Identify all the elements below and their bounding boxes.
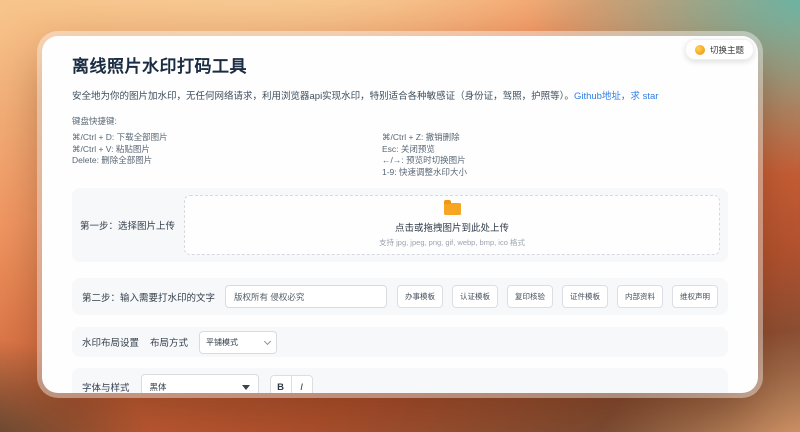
template-button-renzheng[interactable]: 认证模板 (452, 285, 498, 308)
bold-button[interactable]: B (269, 375, 292, 393)
template-buttons: 办事模板 认证模板 复印核验 证件模板 内部资料 维权声明 (397, 285, 718, 308)
shortcut-item: 1-9: 快速调整水印大小 (382, 166, 468, 177)
page-title: 离线照片水印打码工具 (72, 57, 247, 76)
layout-settings-section: 水印布局设置 布局方式 平铺模式 (72, 327, 728, 357)
watermark-text-input[interactable] (225, 285, 387, 308)
step1-section: 第一步：选择图片上传 点击或拖拽图片到此处上传 支持 jpg, jpeg, pn… (72, 188, 728, 262)
shortcut-item: ⌘/Ctrl + V: 粘贴图片 (72, 143, 150, 154)
layout-mode-select[interactable]: 平铺模式 (199, 330, 278, 354)
description-text: 安全地为你的图片加水印，无任何网络请求，利用浏览器api实现水印，特别适合各种敏… (72, 91, 574, 102)
step2-label: 第二步：输入需要打水印的文字 (82, 292, 216, 304)
font-family-value: 黑体 (149, 382, 167, 392)
shortcut-item: ←/→: 预览时切换图片 (382, 155, 466, 165)
layout-settings-label: 水印布局设置 (82, 338, 140, 349)
font-style-section: 字体与样式 黑体 B I (72, 368, 728, 393)
github-link[interactable]: Github地址，求 star (574, 91, 658, 102)
text-style-buttons: B I (269, 375, 313, 393)
font-style-label: 字体与样式 (82, 383, 130, 393)
font-family-select[interactable]: 黑体 (140, 374, 259, 393)
shortcuts-list: ⌘/Ctrl + D: 下载全部图片 ⌘/Ctrl + V: 粘贴图片 Dele… (72, 132, 728, 178)
italic-button[interactable]: I (290, 375, 313, 393)
layout-mode-label: 布局方式 (150, 338, 189, 349)
template-button-neibu[interactable]: 内部资料 (617, 285, 663, 308)
sun-icon (694, 44, 705, 55)
upload-format-hint: 支持 jpg, jpeg, png, gif, webp, bmp, ico 格… (379, 237, 525, 247)
template-button-banshi[interactable]: 办事模板 (397, 285, 443, 308)
layout-mode-value: 平铺模式 (206, 337, 239, 347)
chevron-down-icon (263, 337, 272, 345)
shortcut-item: Esc: 关闭预览 (382, 143, 435, 154)
shortcuts-left-column: ⌘/Ctrl + D: 下载全部图片 ⌘/Ctrl + V: 粘贴图片 Dele… (72, 132, 382, 178)
page-description: 安全地为你的图片加水印，无任何网络请求，利用浏览器api实现水印，特别适合各种敏… (72, 88, 728, 102)
template-button-fuyin[interactable]: 复印核验 (507, 285, 553, 308)
upload-dropzone[interactable]: 点击或拖拽图片到此处上传 支持 jpg, jpeg, png, gif, web… (184, 195, 720, 255)
shortcut-item: ⌘/Ctrl + Z: 撤销删除 (382, 132, 460, 142)
caret-down-icon (241, 384, 250, 390)
theme-toggle-label: 切换主题 (709, 44, 744, 55)
step2-section: 第二步：输入需要打水印的文字 办事模板 认证模板 复印核验 证件模板 内部资料 … (72, 278, 728, 315)
shortcuts-heading: 键盘快捷键: (72, 116, 117, 126)
upload-text: 点击或拖拽图片到此处上传 (394, 222, 509, 234)
folder-icon (443, 199, 461, 215)
template-button-zhengjian[interactable]: 证件模板 (562, 285, 608, 308)
theme-toggle-button[interactable]: 切换主题 (684, 39, 754, 60)
shortcuts-right-column: ⌘/Ctrl + Z: 撤销删除 Esc: 关闭预览 ←/→: 预览时切换图片 … (382, 132, 728, 178)
main-card: 离线照片水印打码工具 安全地为你的图片加水印，无任何网络请求，利用浏览器api实… (42, 36, 758, 393)
shortcut-item: Delete: 删除全部图片 (72, 155, 153, 165)
template-button-weiquan[interactable]: 维权声明 (672, 285, 718, 308)
step1-label: 第一步：选择图片上传 (80, 221, 176, 232)
shortcut-item: ⌘/Ctrl + D: 下载全部图片 (72, 132, 168, 142)
